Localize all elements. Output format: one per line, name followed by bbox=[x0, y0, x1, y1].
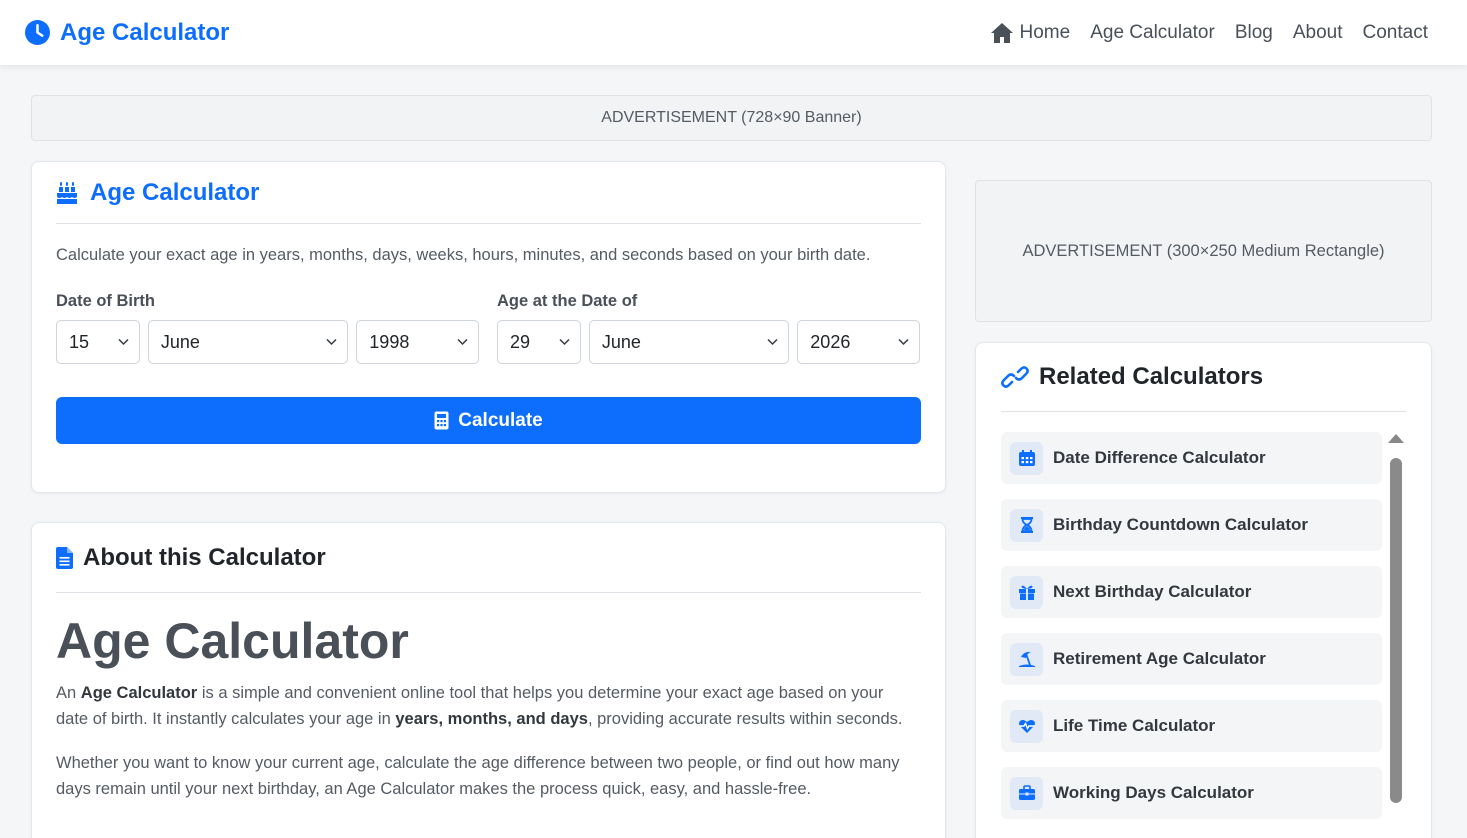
related-item-working-days[interactable]: Working Days Calculator bbox=[1001, 767, 1382, 819]
calculator-icon bbox=[434, 411, 449, 430]
related-item-life-time[interactable]: Life Time Calculator bbox=[1001, 700, 1382, 752]
nav-links: Home Age Calculator Blog About Contact bbox=[990, 22, 1428, 44]
ad-banner: ADVERTISEMENT (728×90 Banner) bbox=[31, 95, 1432, 141]
related-list: Date Difference Calculator Birthday Coun… bbox=[1001, 432, 1382, 819]
about-title: Age Calculator bbox=[56, 613, 409, 669]
dob-month-value: June bbox=[160, 331, 200, 352]
nav-home[interactable]: Home bbox=[990, 21, 1071, 44]
nav-home-label: Home bbox=[1019, 21, 1071, 43]
calculate-button[interactable]: Calculate bbox=[56, 397, 921, 444]
brand-link[interactable]: Age Calculator bbox=[25, 19, 229, 47]
navbar: Age Calculator Home Age Calculator Blog … bbox=[0, 0, 1467, 65]
chevron-down-icon bbox=[559, 338, 570, 346]
related-scrollbar[interactable] bbox=[1388, 434, 1404, 814]
nav-age-calculator[interactable]: Age Calculator bbox=[1090, 22, 1215, 44]
related-title: Related Calculators bbox=[1039, 363, 1264, 390]
calculator-description: Calculate your exact age in years, month… bbox=[56, 246, 871, 264]
target-date-selects: 29 June 2026 bbox=[497, 320, 920, 364]
umbrella-beach-icon bbox=[1018, 651, 1035, 667]
ad-rectangle: ADVERTISEMENT (300×250 Medium Rectangle) bbox=[975, 180, 1432, 322]
target-year-value: 2026 bbox=[810, 331, 851, 352]
brand-name: Age Calculator bbox=[60, 18, 230, 46]
target-date-group: Age at the Date of 29 June 2026 bbox=[497, 292, 920, 364]
calculator-card: Age Calculator Calculate your exact age … bbox=[31, 161, 946, 493]
scroll-up-arrow[interactable] bbox=[1388, 434, 1404, 443]
related-item-next-birthday[interactable]: Next Birthday Calculator bbox=[1001, 566, 1382, 618]
target-day-value: 29 bbox=[510, 331, 531, 352]
dob-group: Date of Birth 15 June 1998 bbox=[56, 292, 479, 364]
nav-contact[interactable]: Contact bbox=[1363, 22, 1428, 44]
target-date-label: Age at the Date of bbox=[497, 292, 638, 310]
chevron-down-icon bbox=[118, 338, 129, 346]
chevron-down-icon bbox=[326, 338, 337, 346]
nav-blog[interactable]: Blog bbox=[1235, 22, 1273, 44]
dob-year-select[interactable]: 1998 bbox=[356, 320, 479, 364]
date-groups: Date of Birth 15 June 1998 Age at the Da… bbox=[56, 292, 921, 364]
gift-icon bbox=[1018, 585, 1035, 600]
dob-day-value: 15 bbox=[69, 331, 90, 352]
calculator-title: Age Calculator bbox=[90, 178, 260, 206]
about-paragraph-1: An Age Calculator is a simple and conven… bbox=[56, 684, 903, 728]
related-item-birthday-countdown[interactable]: Birthday Countdown Calculator bbox=[1001, 499, 1382, 551]
related-item-date-difference[interactable]: Date Difference Calculator bbox=[1001, 432, 1382, 484]
about-header-title: About this Calculator bbox=[83, 543, 326, 571]
chevron-down-icon bbox=[457, 338, 468, 346]
target-month-value: June bbox=[601, 331, 641, 352]
related-item-label: Next Birthday Calculator bbox=[1053, 582, 1252, 601]
about-header: About this Calculator bbox=[56, 523, 921, 593]
hourglass-icon bbox=[1020, 517, 1033, 533]
related-calculators-card: Related Calculators Date Difference Calc… bbox=[975, 342, 1432, 838]
calendar-icon bbox=[1018, 450, 1035, 466]
related-item-label: Birthday Countdown Calculator bbox=[1053, 515, 1308, 534]
birthday-cake-icon bbox=[57, 181, 77, 204]
related-item-label: Date Difference Calculator bbox=[1053, 448, 1266, 467]
nav-about[interactable]: About bbox=[1293, 22, 1343, 44]
related-item-label: Life Time Calculator bbox=[1053, 716, 1216, 735]
calculator-header: Age Calculator bbox=[56, 162, 921, 224]
scroll-thumb[interactable] bbox=[1390, 458, 1402, 803]
heart-pulse-icon bbox=[1018, 719, 1035, 733]
target-day-select[interactable]: 29 bbox=[497, 320, 581, 364]
about-card: About this Calculator Age Calculator An … bbox=[31, 522, 946, 838]
related-header: Related Calculators bbox=[1001, 343, 1406, 412]
target-year-select[interactable]: 2026 bbox=[797, 320, 920, 364]
clock-icon bbox=[25, 20, 50, 45]
calculate-button-label: Calculate bbox=[458, 409, 543, 431]
target-month-select[interactable]: June bbox=[588, 320, 790, 364]
chevron-down-icon bbox=[767, 338, 778, 346]
chevron-down-icon bbox=[898, 338, 909, 346]
dob-year-value: 1998 bbox=[369, 331, 410, 352]
link-icon bbox=[1001, 366, 1029, 388]
related-item-retirement-age[interactable]: Retirement Age Calculator bbox=[1001, 633, 1382, 685]
about-paragraph-2: Whether you want to know your current ag… bbox=[56, 754, 900, 798]
briefcase-icon bbox=[1018, 785, 1035, 800]
file-text-icon bbox=[56, 546, 73, 569]
related-item-label: Working Days Calculator bbox=[1053, 783, 1254, 802]
dob-selects: 15 June 1998 bbox=[56, 320, 479, 364]
dob-label: Date of Birth bbox=[56, 292, 155, 310]
dob-month-select[interactable]: June bbox=[147, 320, 349, 364]
home-icon bbox=[990, 22, 1013, 43]
dob-day-select[interactable]: 15 bbox=[56, 320, 140, 364]
related-item-label: Retirement Age Calculator bbox=[1053, 649, 1266, 668]
